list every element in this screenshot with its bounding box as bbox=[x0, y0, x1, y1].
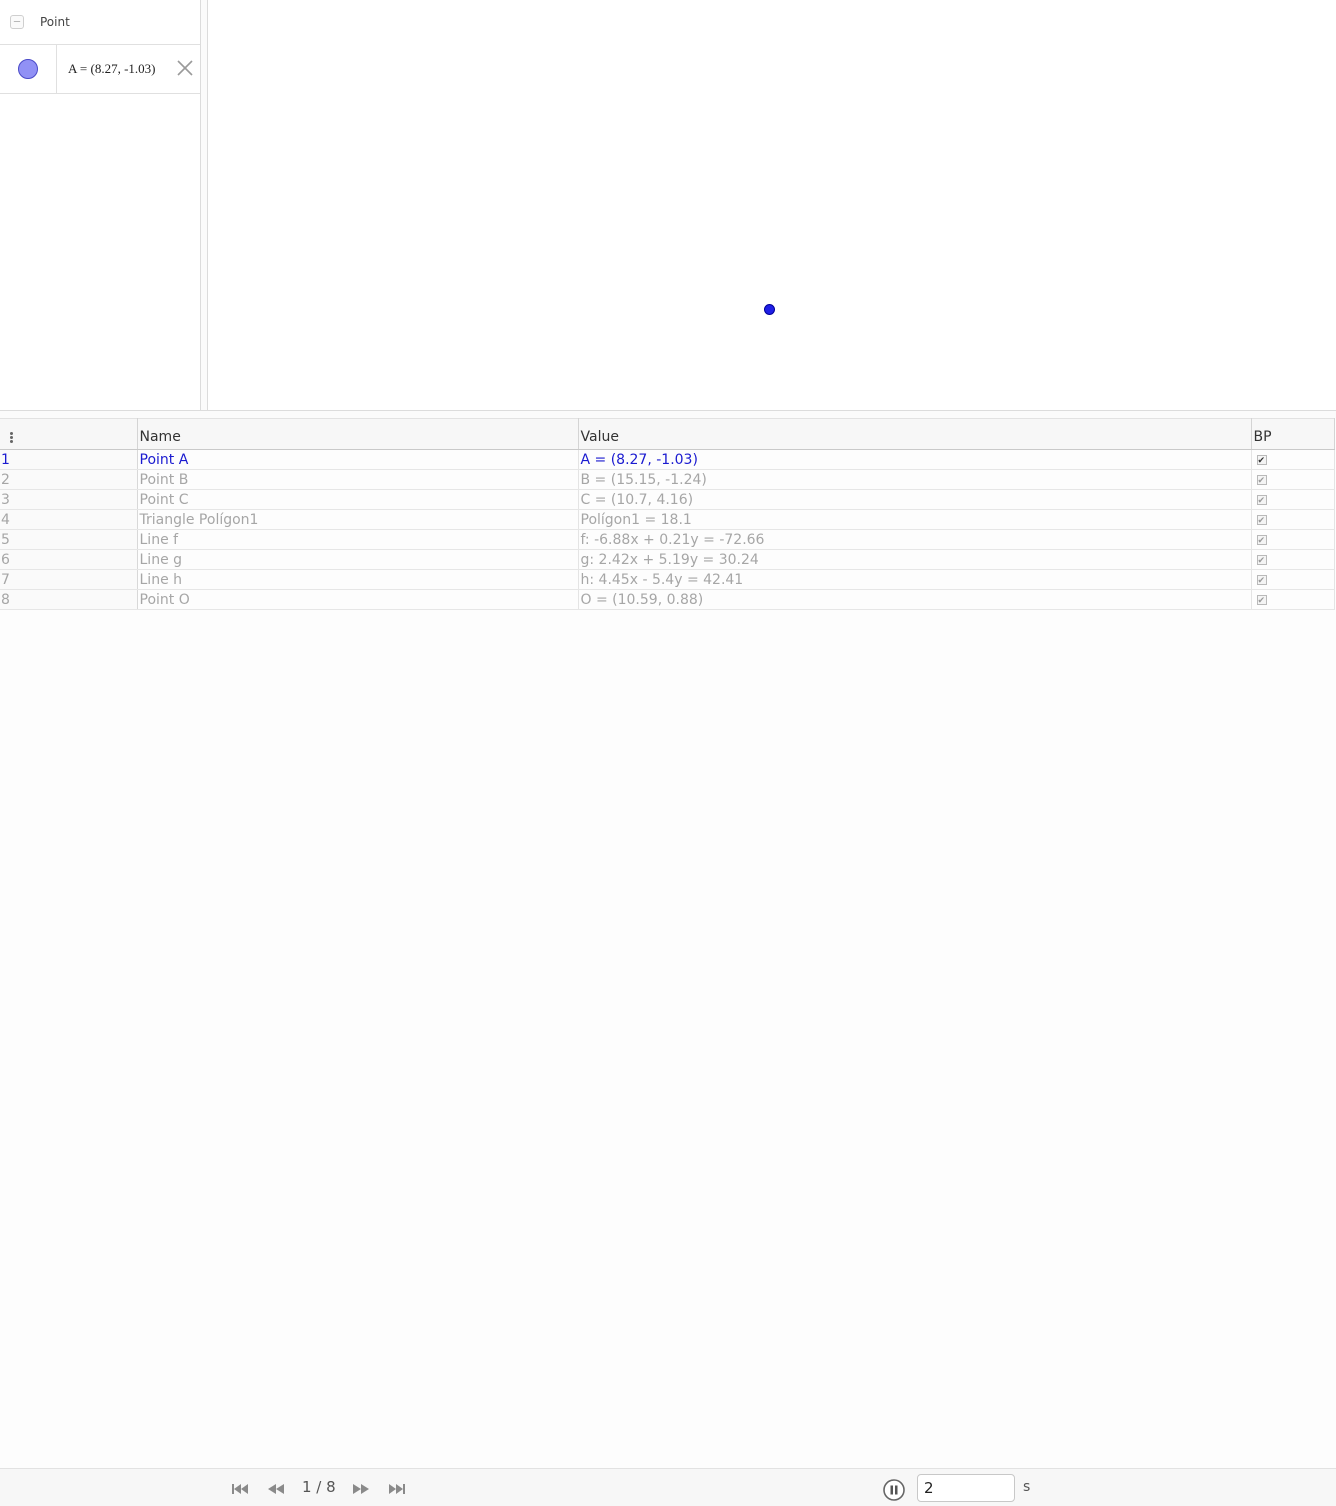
collapse-group-icon[interactable]: — bbox=[10, 15, 24, 29]
row-value[interactable]: C = (10.7, 4.16) bbox=[578, 489, 1252, 510]
table-row[interactable]: 4 Triangle Polígon1 Polígon1 = 18.1 bbox=[0, 509, 1335, 530]
row-bp bbox=[1251, 489, 1335, 510]
close-icon[interactable] bbox=[176, 59, 194, 77]
row-bp bbox=[1251, 509, 1335, 530]
row-number: 4 bbox=[0, 509, 138, 530]
column-header-name[interactable]: Name bbox=[137, 418, 579, 450]
row-value[interactable]: h: 4.45x - 5.4y = 42.41 bbox=[578, 569, 1252, 590]
column-header-bp[interactable]: BP bbox=[1251, 418, 1335, 450]
algebra-item-A[interactable]: A = (8.27, -1.03) bbox=[0, 45, 200, 94]
table-row[interactable]: 8 Point O O = (10.59, 0.88) bbox=[0, 589, 1335, 610]
row-bp bbox=[1251, 469, 1335, 490]
row-number: 7 bbox=[0, 569, 138, 590]
row-name[interactable]: Line g bbox=[137, 549, 579, 570]
breakpoint-checkbox[interactable] bbox=[1256, 472, 1267, 489]
breakpoint-checkbox[interactable] bbox=[1256, 572, 1267, 589]
play-speed-input[interactable] bbox=[917, 1474, 1015, 1502]
row-name[interactable]: Line h bbox=[137, 569, 579, 590]
row-number: 6 bbox=[0, 549, 138, 570]
row-bp bbox=[1251, 449, 1335, 470]
table-row[interactable]: 5 Line f f: -6.88x + 0.21y = -72.66 bbox=[0, 529, 1335, 550]
row-number: 2 bbox=[0, 469, 138, 490]
visibility-marble-icon[interactable] bbox=[18, 59, 38, 79]
breakpoint-checkbox[interactable] bbox=[1256, 552, 1267, 569]
row-value[interactable]: B = (15.15, -1.24) bbox=[578, 469, 1252, 490]
breakpoint-checkbox[interactable] bbox=[1256, 452, 1267, 469]
row-bp bbox=[1251, 589, 1335, 610]
previous-step-icon[interactable] bbox=[266, 1482, 286, 1496]
column-menu-icon[interactable] bbox=[10, 431, 14, 444]
breakpoint-checkbox[interactable] bbox=[1256, 592, 1267, 609]
step-counter: 1 / 8 bbox=[302, 1478, 336, 1496]
table-row[interactable]: 1 Point A A = (8.27, -1.03) bbox=[0, 449, 1335, 470]
pause-icon[interactable] bbox=[882, 1478, 906, 1502]
row-name[interactable]: Point C bbox=[137, 489, 579, 510]
algebra-view: — Point A = (8.27, -1.03) bbox=[0, 0, 201, 410]
column-header-value[interactable]: Value bbox=[578, 418, 1252, 450]
protocol-table: Name Value BP 1 Point A A = (8.27, -1.03… bbox=[0, 418, 1335, 610]
protocol-header-row: Name Value BP bbox=[0, 418, 1335, 450]
algebra-item-value[interactable]: A = (8.27, -1.03) bbox=[68, 61, 156, 77]
row-number: 3 bbox=[0, 489, 138, 510]
algebra-group-label: Point bbox=[40, 15, 70, 29]
table-row[interactable]: 3 Point C C = (10.7, 4.16) bbox=[0, 489, 1335, 510]
breakpoint-checkbox[interactable] bbox=[1256, 512, 1267, 529]
row-bp bbox=[1251, 529, 1335, 550]
row-name[interactable]: Point O bbox=[137, 589, 579, 610]
construction-protocol: Name Value BP 1 Point A A = (8.27, -1.03… bbox=[0, 418, 1336, 1468]
point-A[interactable] bbox=[764, 304, 775, 315]
first-step-icon[interactable] bbox=[230, 1482, 250, 1496]
horizontal-splitter[interactable] bbox=[0, 410, 1336, 418]
row-bp bbox=[1251, 549, 1335, 570]
breakpoint-checkbox[interactable] bbox=[1256, 532, 1267, 549]
next-step-icon[interactable] bbox=[351, 1482, 371, 1496]
table-row[interactable]: 6 Line g g: 2.42x + 5.19y = 30.24 bbox=[0, 549, 1335, 570]
geogebra-window: — Point A = (8.27, -1.03) Name Value BP … bbox=[0, 0, 1336, 1506]
breakpoint-checkbox[interactable] bbox=[1256, 492, 1267, 509]
row-value[interactable]: A = (8.27, -1.03) bbox=[578, 449, 1252, 470]
row-number: 8 bbox=[0, 589, 138, 610]
row-name[interactable]: Point A bbox=[137, 449, 579, 470]
speed-unit-label: s bbox=[1023, 1479, 1031, 1495]
last-step-icon[interactable] bbox=[387, 1482, 407, 1496]
row-name[interactable]: Point B bbox=[137, 469, 579, 490]
row-value[interactable]: f: -6.88x + 0.21y = -72.66 bbox=[578, 529, 1252, 550]
row-value[interactable]: Polígon1 = 18.1 bbox=[578, 509, 1252, 530]
vertical-splitter[interactable] bbox=[201, 0, 208, 410]
row-value[interactable]: O = (10.59, 0.88) bbox=[578, 589, 1252, 610]
table-row[interactable]: 7 Line h h: 4.45x - 5.4y = 42.41 bbox=[0, 569, 1335, 590]
row-number: 5 bbox=[0, 529, 138, 550]
algebra-group-header: — Point bbox=[0, 0, 200, 45]
row-name[interactable]: Line f bbox=[137, 529, 579, 550]
construction-navigation-bar: 1 / 8 s bbox=[0, 1468, 1336, 1506]
protocol-body: 1 Point A A = (8.27, -1.03) 2 Point B B … bbox=[0, 449, 1335, 610]
row-bp bbox=[1251, 569, 1335, 590]
row-value[interactable]: g: 2.42x + 5.19y = 30.24 bbox=[578, 549, 1252, 570]
table-row[interactable]: 2 Point B B = (15.15, -1.24) bbox=[0, 469, 1335, 490]
row-name[interactable]: Triangle Polígon1 bbox=[137, 509, 579, 530]
visibility-toggle-cell bbox=[0, 45, 57, 93]
graphics-view[interactable] bbox=[208, 0, 1336, 410]
row-number: 1 bbox=[0, 449, 138, 470]
protocol-menu-header[interactable] bbox=[0, 418, 138, 450]
